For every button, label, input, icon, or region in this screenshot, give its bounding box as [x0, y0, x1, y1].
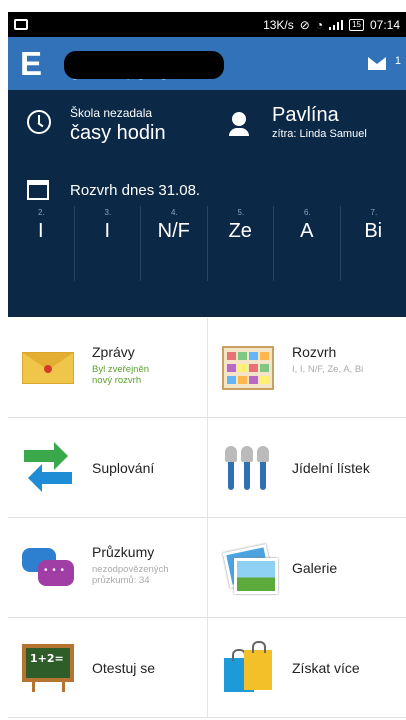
tile-label: Otestuj se	[92, 660, 156, 676]
shopping-bags-icon	[222, 641, 274, 694]
schedule-value: časy hodin	[70, 122, 166, 144]
tile-subtitle: I, I, N/F, Ze, A, Bi	[292, 364, 364, 375]
person-icon	[229, 112, 249, 136]
app-frame: 13K/s ⊘ ◔ 15 07:14 E gmtomc.edupage.org …	[8, 12, 406, 720]
tile-more[interactable]: Získat více	[208, 618, 406, 718]
lesson-cell[interactable]: 4. N/F	[141, 206, 208, 281]
mute-icon: ⊘	[299, 17, 310, 32]
timetable-title[interactable]: Rozvrh dnes 31.08.	[70, 182, 200, 199]
lesson-cell[interactable]: 7. Bi	[341, 206, 406, 281]
status-bar: 13K/s ⊘ ◔ 15 07:14	[8, 12, 406, 37]
tile-test[interactable]: 1+2= Otestuj se	[8, 618, 208, 718]
clock-icon	[27, 110, 51, 134]
tile-messages[interactable]: Zprávy Byl zveřejněn nový rozvrh	[8, 318, 208, 418]
tile-label: Suplování	[92, 460, 155, 476]
mail-icon[interactable]	[368, 57, 386, 70]
app-logo[interactable]: E	[20, 37, 50, 90]
tile-menu[interactable]: Jídelní lístek	[208, 418, 406, 518]
photos-icon	[222, 542, 278, 594]
tile-label: Rozvrh	[292, 344, 337, 360]
lesson-cell[interactable]: 6. A	[274, 206, 341, 281]
cutlery-icon	[222, 442, 274, 494]
wifi-icon: ◔	[315, 17, 324, 32]
lesson-cell[interactable]: 5. Ze	[208, 206, 274, 281]
lesson-strip: 2. I 3. I 4. N/F 5. Ze 6. A 7. Bi	[8, 206, 406, 281]
calendar-icon	[27, 180, 49, 200]
person-subtitle: zítra: Linda Samuel	[272, 128, 367, 140]
blackboard-icon: 1+2=	[22, 644, 74, 692]
tile-label: Průzkumy	[92, 544, 155, 560]
module-grid: Zprávy Byl zveřejněn nový rozvrh Rozvrh I…	[8, 318, 406, 718]
lesson-cell[interactable]: 3. I	[75, 206, 141, 281]
tile-timetable[interactable]: Rozvrh I, I, N/F, Ze, A, Bi	[208, 318, 406, 418]
notification-icon	[14, 19, 28, 30]
swap-arrows-icon	[22, 442, 74, 494]
tile-label: Zprávy	[92, 344, 135, 360]
envelope-icon	[22, 352, 74, 384]
account-switcher[interactable]	[64, 51, 224, 79]
lesson-cell[interactable]: 2. I	[8, 206, 75, 281]
signal-icon	[329, 19, 344, 30]
unread-count: 1	[394, 55, 401, 67]
tile-label: Galerie	[292, 560, 338, 576]
person-name[interactable]: Pavlína	[272, 104, 339, 127]
tile-substitution[interactable]: Suplování	[8, 418, 208, 518]
tile-subtitle: nezodpovězených průzkumů: 34	[92, 564, 169, 586]
tile-label: Získat více	[292, 660, 360, 676]
app-header: E gmtomc.edupage.org 1	[8, 37, 406, 90]
clock-time: 07:14	[369, 17, 400, 32]
battery-icon: 15	[349, 18, 364, 31]
network-speed: 13K/s	[263, 17, 294, 32]
schedule-label: Škola nezadala	[70, 106, 153, 120]
chat-bubbles-icon	[22, 542, 74, 594]
tile-label: Jídelní lístek	[292, 460, 370, 476]
tile-gallery[interactable]: Galerie	[208, 518, 406, 618]
info-panel: Škola nezadala časy hodin Pavlína zítra:…	[8, 90, 406, 317]
tile-subtitle: Byl zveřejněn nový rozvrh	[92, 364, 150, 386]
tile-surveys[interactable]: Průzkumy nezodpovězenýchprůzkumů: 34	[8, 518, 208, 618]
timetable-icon	[222, 346, 274, 390]
